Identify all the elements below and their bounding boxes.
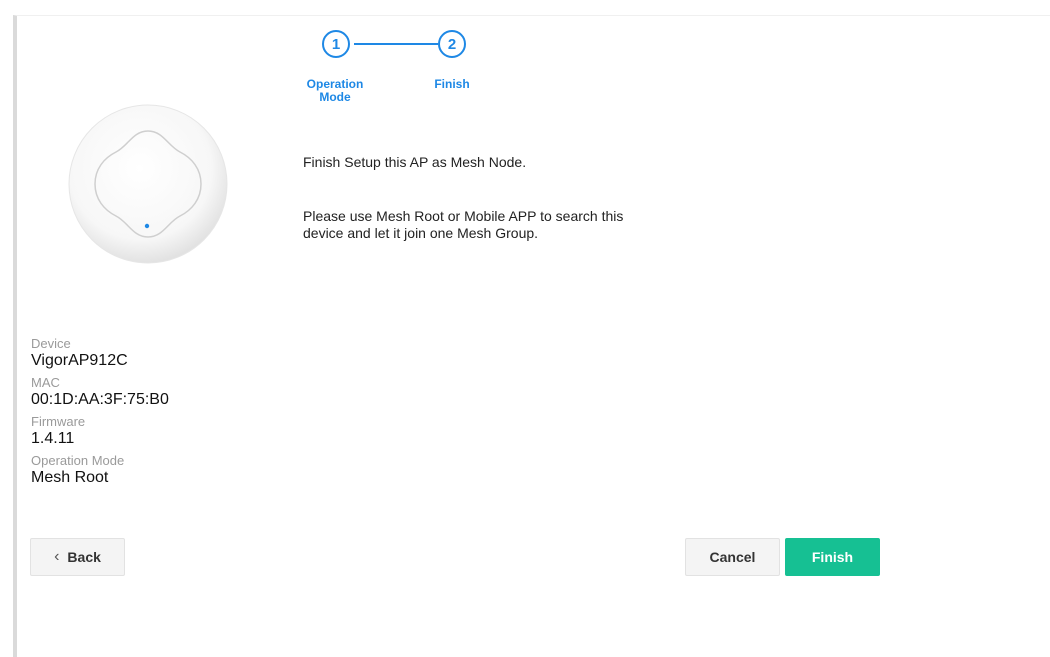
step-1-circle: 1 [322, 30, 350, 58]
step-1-label-line2: Mode [319, 90, 351, 104]
mac-value: 00:1D:AA:3F:75:B0 [31, 391, 169, 408]
mac-label: MAC [31, 375, 60, 390]
back-button-label: Back [67, 549, 101, 565]
finish-button-label: Finish [811, 549, 854, 565]
step-2-label: Finish [422, 78, 482, 91]
step-connector [354, 43, 438, 45]
firmware-label: Firmware [31, 414, 86, 429]
operation-mode-value: Mesh Root [31, 469, 109, 486]
step-1-label: Operation Mode [300, 78, 370, 104]
access-point-device-icon [68, 104, 230, 271]
instruction-line-1: Please use Mesh Root or Mobile APP to se… [303, 208, 624, 224]
step-2-circle: 2 [438, 30, 466, 58]
device-info: Device VigorAP912C MAC 00:1D:AA:3F:75:B0… [31, 336, 169, 492]
chevron-left-icon: ‹ [54, 548, 60, 565]
firmware-value: 1.4.11 [31, 430, 75, 447]
instruction-line-2: device and let it join one Mesh Group. [303, 225, 539, 241]
device-value: VigorAP912C [31, 352, 128, 369]
cancel-button-label: Cancel [709, 549, 756, 565]
step-2-number: 2 [447, 35, 457, 53]
step-2-label-line1: Finish [434, 77, 470, 91]
device-label: Device [31, 336, 71, 351]
instruction-message: Please use Mesh Root or Mobile APP to se… [303, 208, 623, 242]
back-button[interactable]: ‹ Back [30, 538, 125, 576]
wizard-stepper: 1 2 Operation Mode Finish [300, 30, 500, 110]
finish-message: Finish Setup this AP as Mesh Node. [303, 154, 527, 170]
finish-button[interactable]: Finish [785, 538, 880, 576]
operation-mode-label: Operation Mode [31, 453, 125, 468]
cancel-button[interactable]: Cancel [685, 538, 780, 576]
step-1-number: 1 [331, 35, 341, 53]
